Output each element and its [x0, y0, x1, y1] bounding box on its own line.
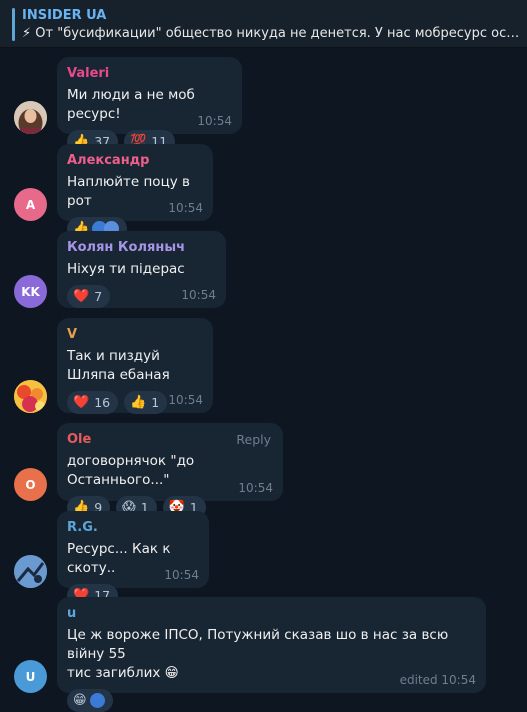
- message-bubble[interactable]: Колян Коляныч Ніхуя ти підерас ❤️ 7 10:54: [57, 231, 226, 308]
- user-photo-icon: [14, 555, 47, 588]
- pinned-accent-bar: [12, 8, 15, 41]
- thumbs-up-icon: 👍: [130, 395, 147, 410]
- message-author[interactable]: Александр: [67, 152, 203, 170]
- message-text: Ніхуя ти підерас: [67, 261, 185, 277]
- reaction-count: 7: [94, 289, 103, 304]
- message-author[interactable]: Колян Коляныч: [67, 239, 216, 257]
- message-author[interactable]: u: [67, 605, 476, 623]
- user-photo-icon: [14, 101, 47, 134]
- reactor-avatar-icon: [89, 693, 105, 708]
- pinned-title: INSIDER UA: [22, 8, 107, 23]
- message-author[interactable]: R.G.: [67, 519, 199, 537]
- pinned-text-content: От "бусификации" общество никуда не дене…: [35, 26, 522, 41]
- avatar-kolyan[interactable]: KK: [14, 275, 47, 308]
- pinned-text: ⚡ От "бусификации" общество никуда не де…: [22, 26, 522, 41]
- avatar-rg[interactable]: [14, 555, 47, 588]
- message-author[interactable]: V: [67, 326, 203, 344]
- message-line: Шляпа ебаная: [67, 367, 170, 383]
- message-time: 10:54: [168, 393, 203, 407]
- message-bubble[interactable]: Александр Наплюйте поцу в рот 👍 10:54: [57, 144, 213, 240]
- user-photo-icon: [14, 380, 47, 413]
- message-bubble[interactable]: V Так и пиздуй Шляпа ебаная ❤️ 16 👍 1 10:54: [57, 318, 213, 414]
- avatar-letter: O: [25, 477, 36, 492]
- avatar-u[interactable]: U: [14, 660, 47, 693]
- message-bubble[interactable]: Ole Reply договорнячок "до Останнього...…: [57, 423, 283, 519]
- message-time: 10:54: [181, 288, 216, 302]
- message-text: Так и пиздуй Шляпа ебаная: [67, 347, 203, 385]
- avatar-letter: KK: [21, 284, 40, 299]
- avatar-letter: U: [25, 669, 36, 684]
- message-bubble[interactable]: u Це ж вороже ІПСО, Потужний сказав шо в…: [57, 597, 486, 712]
- message-time: 10:54: [168, 201, 203, 215]
- avatar-aleksandr[interactable]: A: [14, 188, 47, 221]
- message-time: 10:54: [238, 481, 273, 495]
- heart-icon: ❤️: [73, 395, 90, 410]
- reaction-count: 1: [151, 395, 160, 410]
- reaction-grin[interactable]: 😁: [67, 689, 113, 712]
- avatar-letter: A: [25, 197, 36, 212]
- lightning-icon: ⚡: [22, 26, 32, 41]
- message-time: edited 10:54: [399, 673, 476, 687]
- message-time: 10:54: [197, 114, 232, 128]
- reaction-heart[interactable]: ❤️ 16: [67, 391, 119, 414]
- message-author[interactable]: Valeri: [67, 65, 232, 83]
- reaction-count: 16: [94, 395, 111, 410]
- heart-icon: ❤️: [73, 289, 90, 304]
- reaction-heart[interactable]: ❤️ 7: [67, 285, 111, 308]
- message-line: Так и пиздуй: [67, 348, 160, 364]
- avatar-v[interactable]: [14, 380, 47, 413]
- reply-button[interactable]: Reply: [236, 432, 271, 447]
- reaction-thumbs-up[interactable]: 👍 1: [124, 391, 168, 414]
- grin-face-icon: 😁: [73, 693, 87, 708]
- message-bubble[interactable]: Valeri Ми люди а не моб ресурс! 👍 37 💯 11 …: [57, 57, 242, 153]
- message-time: 10:54: [164, 568, 199, 582]
- message-bubble[interactable]: R.G. Ресурс... Как к скоту.. ❤️ 17 10:54: [57, 511, 209, 607]
- avatar-valeri[interactable]: [14, 101, 47, 134]
- avatar-ole[interactable]: O: [14, 468, 47, 501]
- pinned-message-bar[interactable]: INSIDER UA ⚡ От "бусификации" общество н…: [0, 0, 527, 48]
- message-line: Це ж вороже ІПСО, Потужний сказав шо в н…: [67, 627, 449, 662]
